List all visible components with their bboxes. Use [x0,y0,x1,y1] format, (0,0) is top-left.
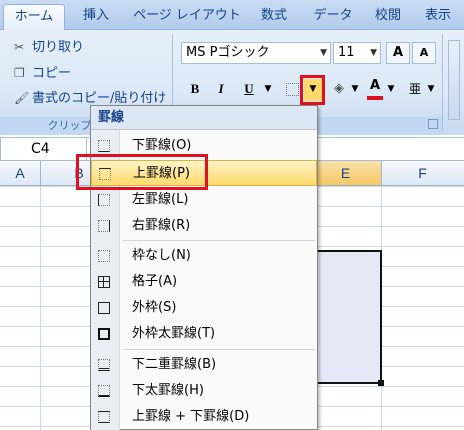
font-color-button[interactable]: A [364,76,386,100]
column-header-e[interactable]: E [310,161,382,185]
menu-item-label: 上罫線 + 下罫線(D) [132,409,250,424]
brush-icon: 🖌 [14,91,30,105]
menu-item-label: 下太罫線(H) [132,383,204,398]
italic-button[interactable]: I [210,79,232,101]
copy-label: コピー [32,66,72,81]
right-border-icon [98,220,110,232]
format-painter-button[interactable]: 🖌 書式のコピー/貼り付け [14,87,166,106]
grid-line [40,186,41,430]
column-header-a[interactable]: A [0,161,41,185]
tab-insert[interactable]: 挿入 [72,4,120,30]
chevron-down-icon[interactable]: ▼ [262,79,274,101]
menu-item-top-and-bottom-border[interactable]: 上罫線 + 下罫線(D) [91,404,317,430]
menu-item-right-border[interactable]: 右罫線(R) [91,213,317,239]
ribbon-tab-bar: ホーム 挿入 ページ レイアウト 数式 データ 校閲 表示 [0,0,464,31]
copy-button[interactable]: ❐ コピー [14,62,71,81]
scissors-icon: ✂ [14,40,25,54]
menu-separator [123,349,315,350]
menu-item-label: 格子(A) [132,274,178,289]
chevron-down-icon[interactable]: ▼ [426,79,436,101]
chevron-down-icon[interactable]: ▼ [320,43,327,63]
border-icon [285,83,299,96]
group-divider [442,34,443,131]
menu-separator [123,240,315,241]
menu-item-bottom-double-border[interactable]: 下二重罫線(B) [91,352,317,378]
border-button[interactable] [282,79,302,101]
tab-page-layout[interactable]: ページ レイアウト [126,4,248,30]
tab-data[interactable]: データ [308,4,358,30]
format-painter-label: 書式のコピー/貼り付け [32,91,167,106]
all-borders-icon [98,276,110,288]
border-dropdown-highlight [300,75,325,105]
menu-item-all-borders[interactable]: 格子(A) [91,269,317,295]
font-name-value: MS Pゴシック [186,45,270,60]
menu-item-thick-outside-border[interactable]: 外枠太罫線(T) [91,321,317,347]
font-group-label [318,117,442,135]
font-size-value: 11 [338,45,355,60]
font-color-swatch [367,96,383,100]
fill-color-button[interactable]: ◈ [328,79,350,101]
thick-outside-border-icon [98,328,110,340]
cut-label: 切り取り [32,40,85,55]
tab-formulas[interactable]: 数式 [254,4,294,30]
tab-home[interactable]: ホーム [3,4,65,31]
shrink-font-button[interactable]: A [412,42,436,64]
chevron-down-icon[interactable]: ▼ [386,79,396,101]
shrink-font-label: A [419,46,429,59]
cut-button[interactable]: ✂ 切り取り [14,36,84,55]
dialog-launcher-icon[interactable] [428,119,438,129]
border-menu: 罫線 下罫線(O) 上罫線(P) 左罫線(L) 右罫線(R) 枠なし(N) 格子… [76,105,318,430]
copy-icon: ❐ [14,66,25,80]
phonetic-icon: 亜 [408,82,421,96]
menu-item-thick-bottom-border[interactable]: 下太罫線(H) [91,378,317,404]
bottom-border-icon [98,140,110,152]
menu-item-label: 外枠(S) [132,300,177,315]
column-header-f[interactable]: F [381,161,464,185]
no-border-icon [98,250,110,262]
selected-range[interactable] [316,250,382,384]
font-color-label: A [369,78,381,93]
underline-button[interactable]: U [238,79,260,101]
bold-button[interactable]: B [184,79,206,101]
outside-border-icon [98,302,110,314]
chevron-down-icon[interactable]: ▼ [350,79,360,101]
left-border-icon [98,194,110,206]
tab-review[interactable]: 校閲 [368,4,408,30]
menu-item-outside-border[interactable]: 外枠(S) [91,295,317,321]
border-menu-title: 罫線 [91,106,317,130]
fill-handle[interactable] [378,380,384,386]
next-group-edge [448,40,460,120]
menu-item-left-border[interactable]: 左罫線(L) [91,187,317,213]
menu-item-no-border[interactable]: 枠なし(N) [91,243,317,269]
top-border-highlight [76,154,208,190]
paint-bucket-icon: ◈ [334,81,344,96]
grow-font-label: A [392,45,404,60]
bottom-double-border-icon [98,359,110,371]
menu-item-label: 枠なし(N) [132,248,191,263]
thick-bottom-border-icon [98,385,110,397]
menu-item-label: 右罫線(R) [132,218,191,233]
menu-item-label: 下二重罫線(B) [132,357,217,372]
font-size-combo[interactable]: 11 ▼ [333,42,381,64]
menu-item-label: 左罫線(L) [132,192,189,207]
phonetic-button[interactable]: 亜 [404,79,426,101]
grow-font-button[interactable]: A [386,42,410,64]
name-box[interactable]: C4 [0,137,87,161]
top-bottom-border-icon [98,411,110,423]
font-name-combo[interactable]: MS Pゴシック ▼ [181,42,331,64]
menu-item-label: 外枠太罫線(T) [132,326,216,341]
tab-view[interactable]: 表示 [418,4,458,30]
chevron-down-icon[interactable]: ▼ [370,43,377,63]
